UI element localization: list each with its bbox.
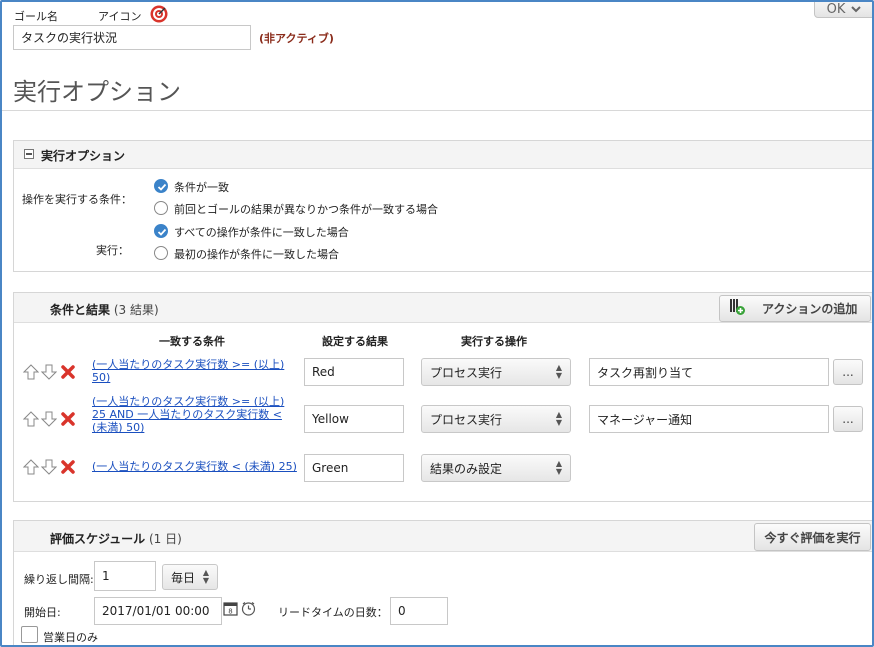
svg-text:8: 8 xyxy=(228,608,232,616)
arrow-down-icon[interactable] xyxy=(40,459,58,478)
select-caret-icon: ▲ ▼ xyxy=(555,363,562,380)
start-date-input[interactable]: 2017/01/01 00:00 xyxy=(94,597,222,625)
condition-option-changed-label: 前回とゴールの結果が異なりかつ条件が一致する場合 xyxy=(174,203,438,216)
action-detail-input[interactable]: マネージャー通知 xyxy=(589,405,829,433)
goal-name-label: ゴール名 xyxy=(14,10,58,23)
condition-option-match-label: 条件が一致 xyxy=(174,181,229,194)
action-select[interactable]: プロセス実行 ▲ ▼ xyxy=(421,405,571,433)
result-input[interactable]: Yellow xyxy=(304,405,404,433)
action-select[interactable]: プロセス実行 ▲ ▼ xyxy=(421,358,571,386)
interval-label: 繰り返し間隔: xyxy=(24,573,94,586)
arrow-down-icon[interactable] xyxy=(40,364,58,383)
condition-option-match-radio[interactable] xyxy=(154,179,168,193)
exec-options-header xyxy=(14,141,872,169)
chevron-down-icon xyxy=(851,2,862,17)
title-divider xyxy=(2,110,872,111)
add-action-button[interactable]: アクションの追加 xyxy=(719,295,871,322)
business-days-label: 営業日のみ xyxy=(43,631,98,644)
arrow-up-icon[interactable] xyxy=(22,364,40,383)
goal-name-input[interactable]: タスクの実行状況 xyxy=(13,25,251,50)
interval-input[interactable]: 1 xyxy=(94,561,156,591)
clock-icon[interactable] xyxy=(241,601,256,619)
table-row: (一人当たりのタスク実行数 >= (以上) 25 AND 一人当たりのタスク実行… xyxy=(14,395,872,445)
action-select-value: プロセス実行 xyxy=(430,412,503,427)
goal-editor-window: ゴール名 アイコン タスクの実行状況 (非アクティブ) OK 実行オプション 実… xyxy=(0,0,874,647)
exec-choice-first-label: 最初の操作が条件に一致した場合 xyxy=(174,248,339,261)
ok-label: OK xyxy=(826,1,846,17)
exec-options-panel: 実行オプション 操作を実行する条件： 条件が一致 前回とゴールの結果が異なりかつ… xyxy=(13,140,872,272)
conditions-count: (3 結果) xyxy=(113,303,159,317)
result-input[interactable]: Green xyxy=(304,454,404,482)
action-select-value: プロセス実行 xyxy=(430,365,503,380)
conditions-panel: 条件と結果 (3 結果) アクションの追加 一致する条件 設定する結果 実行する… xyxy=(13,292,872,502)
run-now-button[interactable]: 今すぐ評価を実行 xyxy=(754,523,871,551)
exec-choice-first-radio[interactable] xyxy=(154,246,168,260)
arrow-up-icon[interactable] xyxy=(22,459,40,478)
exec-choice-all-radio[interactable] xyxy=(154,224,168,238)
exec-label: 実行： xyxy=(96,244,129,257)
conditions-title: 条件と結果 xyxy=(50,303,111,317)
exec-choice-all-label: すべての操作が条件に一致した場合 xyxy=(174,226,349,239)
delete-icon[interactable] xyxy=(61,460,75,477)
schedule-panel: 評価スケジュール (1 日) 今すぐ評価を実行 繰り返し間隔: 1 毎日 ▲ ▼ … xyxy=(13,520,872,645)
select-caret-icon: ▲ ▼ xyxy=(555,410,562,427)
interval-unit-select[interactable]: 毎日 ▲ ▼ xyxy=(162,564,218,590)
collapse-icon[interactable] xyxy=(24,149,34,159)
condition-link[interactable]: (一人当たりのタスク実行数 >= (以上) 25 AND 一人当たりのタスク実行… xyxy=(92,395,292,434)
calendar-icon[interactable]: 8 xyxy=(223,601,238,619)
more-button[interactable]: ... xyxy=(833,406,863,432)
arrow-down-icon[interactable] xyxy=(40,411,58,430)
target-icon[interactable] xyxy=(150,5,168,23)
delete-icon[interactable] xyxy=(61,365,75,382)
schedule-title: 評価スケジュール xyxy=(50,532,146,546)
table-row: (一人当たりのタスク実行数 < (未満) 25) Green 結果のみ設定 ▲ ▼ xyxy=(14,451,872,483)
col-action-header: 実行する操作 xyxy=(461,335,527,348)
exec-options-title: 実行オプション xyxy=(41,149,126,163)
select-caret-icon: ▲ ▼ xyxy=(555,459,562,476)
arrow-up-icon[interactable] xyxy=(22,411,40,430)
status-label: (非アクティブ) xyxy=(259,32,334,45)
more-button-label: ... xyxy=(842,412,854,426)
result-input[interactable]: Red xyxy=(304,358,404,386)
ok-button[interactable]: OK xyxy=(814,1,872,18)
schedule-title-wrap: 評価スケジュール (1 日) xyxy=(50,530,182,547)
action-select[interactable]: 結果のみ設定 ▲ ▼ xyxy=(421,454,571,482)
add-action-icon xyxy=(728,298,750,319)
page-title: 実行オプション xyxy=(13,78,181,106)
conditions-title-wrap: 条件と結果 (3 結果) xyxy=(50,301,159,318)
lead-time-input[interactable]: 0 xyxy=(390,597,448,625)
condition-label: 操作を実行する条件： xyxy=(22,193,132,206)
condition-link[interactable]: (一人当たりのタスク実行数 >= (以上) 50) xyxy=(92,358,292,384)
table-row: (一人当たりのタスク実行数 >= (以上) 50) Red プロセス実行 ▲ ▼ … xyxy=(14,353,872,389)
schedule-count: (1 日) xyxy=(149,532,182,546)
add-action-label: アクションの追加 xyxy=(762,302,858,316)
interval-unit-value: 毎日 xyxy=(171,570,196,585)
lead-time-label: リードタイムの日数： xyxy=(278,606,388,619)
condition-option-changed-radio[interactable] xyxy=(154,201,168,215)
icon-label: アイコン xyxy=(98,10,142,23)
run-now-label: 今すぐ評価を実行 xyxy=(764,530,861,545)
start-date-label: 開始日: xyxy=(24,606,61,619)
col-result-header: 設定する結果 xyxy=(322,335,388,348)
select-caret-icon: ▲ ▼ xyxy=(202,568,209,585)
action-select-value: 結果のみ設定 xyxy=(430,461,503,476)
more-button-label: ... xyxy=(842,365,854,379)
more-button[interactable]: ... xyxy=(833,359,863,385)
condition-link[interactable]: (一人当たりのタスク実行数 < (未満) 25) xyxy=(92,460,302,473)
delete-icon[interactable] xyxy=(61,412,75,429)
col-condition-header: 一致する条件 xyxy=(159,335,225,348)
business-days-checkbox[interactable] xyxy=(21,626,38,643)
action-detail-input[interactable]: タスク再割り当て xyxy=(589,358,829,386)
